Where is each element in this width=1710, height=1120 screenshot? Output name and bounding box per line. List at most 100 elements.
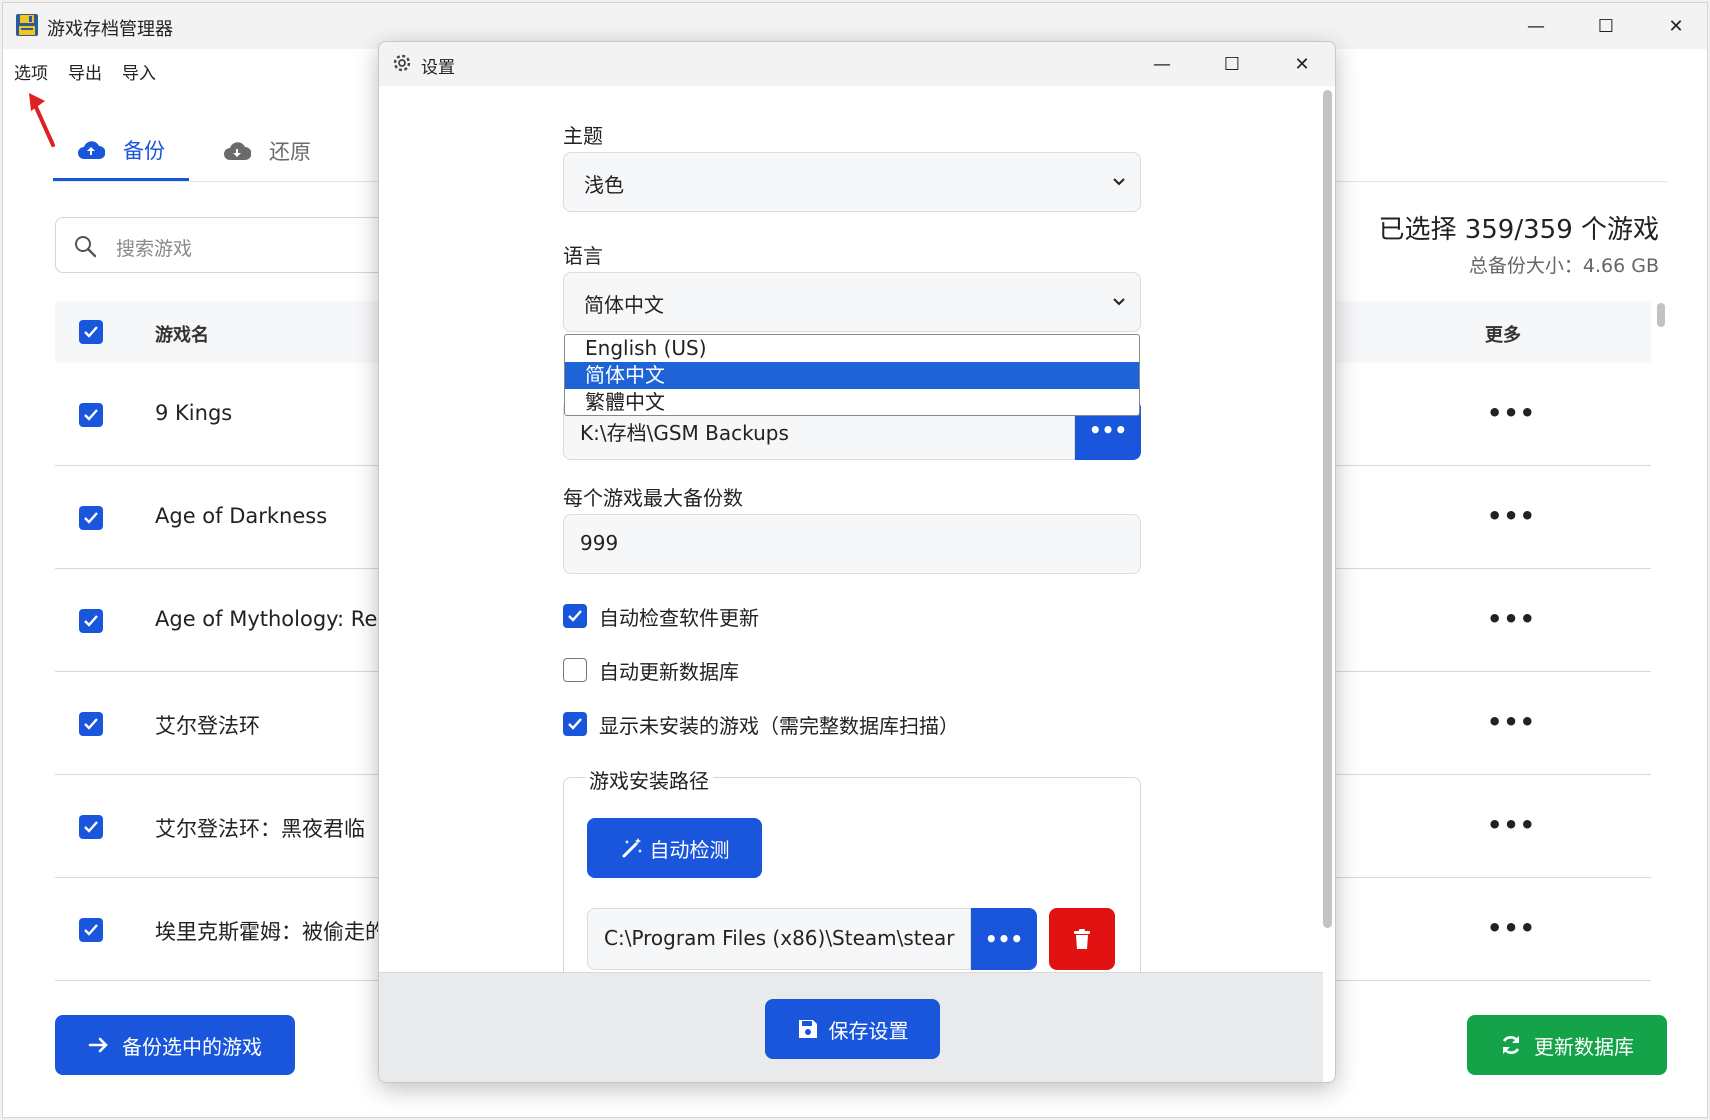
cloud-download-icon — [224, 142, 251, 160]
check-icon — [84, 615, 98, 627]
auto-update-database-label: 自动更新数据库 — [599, 659, 739, 684]
auto-detect-button[interactable]: 自动检测 — [587, 818, 762, 878]
show-uninstalled-checkbox[interactable] — [563, 712, 587, 736]
row-checkbox[interactable] — [79, 609, 103, 633]
row-checkbox[interactable] — [79, 815, 103, 839]
search-icon — [75, 236, 97, 258]
install-path-input[interactable]: C:\Program Files (x86)\Steam\stear — [587, 908, 971, 970]
more-options-icon[interactable]: ••• — [1487, 811, 1536, 839]
save-settings-label: 保存设置 — [828, 1018, 909, 1043]
check-icon — [84, 924, 98, 936]
app-title: 游戏存档管理器 — [47, 19, 173, 40]
backup-selected-button[interactable]: 备份选中的游戏 — [55, 1015, 295, 1075]
dialog-title-bar: 设置 — ☐ ✕ — [379, 42, 1335, 86]
tab-restore-label: 还原 — [269, 140, 311, 164]
auto-update-database-checkbox[interactable] — [563, 658, 587, 682]
chevron-down-icon — [1113, 298, 1125, 306]
language-option-english[interactable]: English (US) — [565, 335, 1139, 362]
more-options-icon[interactable]: ••• — [1487, 708, 1536, 736]
row-checkbox[interactable] — [79, 712, 103, 736]
check-icon — [84, 512, 98, 524]
check-icon — [84, 718, 98, 730]
language-value: 简体中文 — [584, 293, 664, 317]
save-icon — [798, 1020, 817, 1038]
show-uninstalled-label: 显示未安装的游戏（需完整数据库扫描） — [599, 713, 959, 738]
dialog-minimize-button[interactable]: — — [1127, 42, 1197, 86]
dialog-maximize-button[interactable]: ☐ — [1197, 42, 1267, 86]
refresh-icon — [1502, 1036, 1520, 1054]
max-backups-input[interactable]: 999 — [563, 514, 1141, 574]
show-uninstalled-row[interactable]: 显示未安装的游戏（需完整数据库扫描） — [563, 710, 959, 738]
install-path-value: C:\Program Files (x86)\Steam\stear — [604, 926, 955, 950]
dialog-scrollbar[interactable] — [1323, 90, 1332, 928]
language-option-simplified-chinese[interactable]: 简体中文 — [565, 362, 1139, 389]
tab-backup-label: 备份 — [123, 138, 165, 163]
language-select[interactable]: 简体中文 — [563, 272, 1141, 332]
game-name: Age of Darkness — [155, 504, 328, 528]
more-options-icon[interactable]: ••• — [1487, 399, 1536, 427]
chevron-down-icon — [1113, 178, 1125, 186]
theme-select[interactable]: 浅色 — [563, 152, 1141, 212]
language-option-traditional-chinese[interactable]: 繁體中文 — [565, 389, 1139, 415]
game-name: 艾尔登法环：黑夜君临 — [155, 817, 365, 841]
backup-selected-label: 备份选中的游戏 — [122, 1034, 262, 1059]
magic-wand-icon — [622, 838, 642, 858]
auto-detect-label: 自动检测 — [649, 837, 730, 862]
menu-options[interactable]: 选项 — [14, 59, 48, 84]
more-options-icon[interactable]: ••• — [1487, 914, 1536, 942]
maximize-button[interactable]: ☐ — [1571, 3, 1641, 49]
search-input[interactable]: 搜索游戏 — [55, 217, 415, 273]
arrow-right-icon — [88, 1037, 108, 1053]
theme-label: 主题 — [563, 124, 603, 148]
language-dropdown-list: English (US) 简体中文 繁體中文 — [564, 334, 1140, 416]
selected-count: 已选择 359/359 个游戏 — [1378, 215, 1659, 245]
install-paths-legend: 游戏安装路径 — [585, 765, 713, 794]
game-name: Age of Mythology: Ret — [155, 607, 386, 631]
auto-check-updates-checkbox[interactable] — [563, 604, 587, 628]
check-icon — [568, 718, 582, 730]
row-checkbox[interactable] — [79, 403, 103, 427]
tab-restore[interactable]: 还原 — [223, 121, 311, 181]
search-placeholder: 搜索游戏 — [116, 238, 193, 260]
language-label: 语言 — [563, 244, 603, 268]
auto-update-database-row[interactable]: 自动更新数据库 — [563, 656, 739, 684]
floppy-disk-icon — [16, 14, 38, 36]
check-icon — [84, 326, 98, 338]
menu-export[interactable]: 导出 — [68, 59, 102, 84]
cloud-upload-icon — [78, 140, 105, 159]
total-backup-size: 总备份大小：4.66 GB — [1468, 255, 1659, 277]
max-backups-label: 每个游戏最大备份数 — [563, 486, 743, 510]
save-settings-button[interactable]: 保存设置 — [765, 999, 940, 1059]
more-options-icon[interactable]: ••• — [1487, 605, 1536, 633]
game-name: 埃里克斯霍姆：被偷走的 — [155, 920, 386, 944]
row-checkbox[interactable] — [79, 918, 103, 942]
menu-import[interactable]: 导入 — [122, 59, 156, 84]
theme-value: 浅色 — [584, 173, 624, 197]
install-path-browse-button[interactable]: ••• — [971, 908, 1037, 970]
more-options-icon[interactable]: ••• — [1487, 502, 1536, 530]
trash-icon — [1074, 929, 1090, 949]
update-database-button[interactable]: 更新数据库 — [1467, 1015, 1667, 1075]
settings-dialog: 设置 — ☐ ✕ 主题 浅色 语言 简体中文 K:\存档\GSM Backups… — [378, 41, 1336, 1083]
row-checkbox[interactable] — [79, 506, 103, 530]
dialog-title: 设置 — [421, 58, 455, 78]
minimize-button[interactable]: — — [1501, 3, 1571, 49]
check-icon — [84, 821, 98, 833]
select-all-checkbox[interactable] — [79, 320, 103, 344]
check-icon — [568, 610, 582, 622]
dialog-close-button[interactable]: ✕ — [1267, 42, 1335, 86]
game-name: 9 Kings — [155, 401, 233, 425]
update-database-label: 更新数据库 — [1534, 1034, 1634, 1059]
close-button[interactable]: ✕ — [1641, 3, 1710, 49]
install-path-delete-button[interactable] — [1049, 908, 1115, 970]
dialog-footer: 保存设置 — [379, 972, 1323, 1082]
check-icon — [84, 409, 98, 421]
game-name: 艾尔登法环 — [155, 714, 260, 738]
backup-path-value: K:\存档\GSM Backups — [580, 421, 789, 445]
auto-check-updates-row[interactable]: 自动检查软件更新 — [563, 602, 759, 630]
gear-icon — [393, 54, 411, 72]
column-header-name: 游戏名 — [155, 325, 209, 346]
table-scrollbar[interactable] — [1657, 303, 1665, 327]
column-header-more: 更多 — [1485, 325, 1521, 346]
tab-backup[interactable]: 备份 — [53, 121, 189, 181]
